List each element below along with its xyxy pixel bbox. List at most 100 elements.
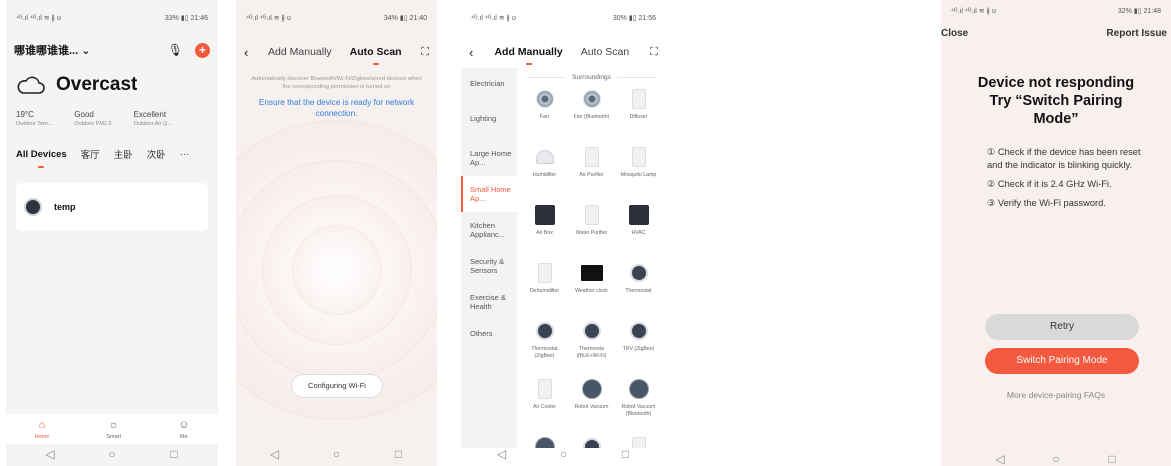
recent-apps-icon[interactable]: □ xyxy=(619,447,633,461)
system-nav-bar: ◁ ○ □ xyxy=(461,447,666,461)
category-large-home-appliances[interactable]: Large Home Ap... xyxy=(461,140,517,176)
recent-apps-icon[interactable]: □ xyxy=(392,447,406,461)
product-item[interactable]: Humidifier xyxy=(521,145,568,197)
recent-apps-icon[interactable]: □ xyxy=(1105,452,1119,466)
product-item[interactable]: Water Purifier xyxy=(568,203,615,255)
thermostat-icon xyxy=(24,198,42,216)
microphone-icon[interactable]: 🎙 xyxy=(168,43,183,57)
report-issue-button[interactable]: Report Issue xyxy=(1106,28,1167,39)
back-chevron-icon[interactable]: ‹ xyxy=(469,45,473,60)
retry-button[interactable]: Retry xyxy=(985,314,1139,340)
product-icon xyxy=(580,261,603,285)
back-icon[interactable]: ◁ xyxy=(495,447,509,461)
category-list: Electrician Lighting Large Home Ap... Sm… xyxy=(461,68,517,448)
add-manually-screen: ⁴ᴳ.ıl ⁴ᴳ.ıl ≋ ∦ ʊ 30% ▮▯ 21:56 ‹ Add Man… xyxy=(461,0,666,466)
back-icon[interactable]: ◁ xyxy=(993,452,1007,466)
product-item[interactable]: HVAC xyxy=(615,203,662,255)
home-icon: ⌂ xyxy=(38,418,46,431)
room-tab-all-devices[interactable]: All Devices xyxy=(16,149,67,168)
product-item[interactable]: Air Cooler xyxy=(521,377,568,429)
status-bar: ⁴ᴳ.ıl ⁴ᴳ.ıl ≋ ∦ ʊ 34% ▮▯ 21:40 xyxy=(236,0,437,36)
home-circle-icon[interactable]: ○ xyxy=(330,447,344,461)
more-rooms-icon[interactable]: ··· xyxy=(180,149,190,160)
tab-me[interactable]: ☺ Me xyxy=(178,419,189,440)
category-small-home-appliances[interactable]: Small Home Ap... xyxy=(461,176,517,212)
product-item[interactable]: Diffuser xyxy=(615,87,662,139)
product-name: Water Purifier xyxy=(575,230,608,236)
product-name: Air Cooler xyxy=(532,404,557,410)
room-tab-master-bedroom[interactable]: 主卧 xyxy=(114,147,133,161)
tab-auto-scan[interactable]: Auto Scan xyxy=(350,46,402,65)
product-item[interactable]: Thermostat xyxy=(615,261,662,313)
add-device-navbar: ‹ Add Manually Auto Scan ⛶ xyxy=(461,36,666,68)
section-header: Surroundings xyxy=(527,74,656,81)
product-icon xyxy=(534,261,556,285)
switch-pairing-mode-button[interactable]: Switch Pairing Mode xyxy=(985,348,1139,374)
error-headline: Device not responding Try “Switch Pairin… xyxy=(977,75,1135,127)
product-item[interactable]: Fan (Bluetooth) xyxy=(568,87,615,139)
product-icon xyxy=(628,145,650,169)
pairing-faq-link[interactable]: More device-pairing FAQs xyxy=(941,390,1171,400)
product-name: Humidifier xyxy=(532,172,557,178)
pairing-error-screen: ⁴ᴳ.ıl ⁴ᴳ.ıl ≋ ∦ ʊ 32% ▮▯ 21:48 Close Rep… xyxy=(941,0,1171,466)
product-name: Thermostat (ZigBee) xyxy=(531,346,558,359)
home-circle-icon[interactable]: ○ xyxy=(105,447,119,461)
product-item[interactable]: Air Purifier xyxy=(568,145,615,197)
product-item[interactable]: Mosquito Lamp xyxy=(615,145,662,197)
status-battery-time: 32% ▮▯ 21:48 xyxy=(1117,8,1161,15)
product-name: Weather clock xyxy=(575,288,608,294)
product-item[interactable]: Robot Vacuum xyxy=(568,377,615,429)
back-icon[interactable]: ◁ xyxy=(268,447,282,461)
tab-smart[interactable]: ☼ Smart xyxy=(106,419,121,440)
category-exercise-health[interactable]: Exercise & Health xyxy=(461,284,517,320)
product-item[interactable]: Thermostat (ZigBee) xyxy=(521,319,568,371)
bottom-tab-bar: ⌂ Home ☼ Smart ☺ Me xyxy=(6,414,218,444)
product-name: Fan xyxy=(540,114,549,120)
product-icon xyxy=(628,87,650,111)
add-device-icon[interactable]: + xyxy=(195,42,210,58)
tab-home[interactable]: ⌂ Home xyxy=(35,419,50,440)
product-name: Dehumidifier xyxy=(529,288,560,294)
product-icon xyxy=(628,319,650,343)
recent-apps-icon[interactable]: □ xyxy=(167,447,181,461)
home-header: 哪谁哪谁谁... ⌄ 🎙 + xyxy=(6,36,218,64)
category-others[interactable]: Others xyxy=(461,320,517,355)
tab-add-manually[interactable]: Add Manually xyxy=(494,46,563,65)
home-circle-icon[interactable]: ○ xyxy=(557,447,571,461)
tip-reset: ① Check if the device has been reset and… xyxy=(987,147,1141,170)
product-item[interactable]: Weather clock xyxy=(568,261,615,313)
product-name: Thermosta t(BLE+Wi-Fi) xyxy=(576,346,607,359)
product-grid: Fan Fan (Bluetooth) Diffuser Humidifier Air … xyxy=(521,87,662,448)
status-signal: ⁴ᴳ.ıl ⁴ᴳ.ıl ≋ ∦ ʊ xyxy=(246,15,291,22)
home-selector[interactable]: 哪谁哪谁谁... ⌄ xyxy=(14,42,90,58)
qr-scan-icon[interactable]: ⛶ xyxy=(421,46,429,59)
device-card-temp[interactable]: temp xyxy=(16,183,208,231)
product-item[interactable]: Dehumidifier xyxy=(521,261,568,313)
status-bar: ⁴ᴳ.ıl ⁴ᴳ.ıl ≋ ∦ ʊ 33% ▮▯ 21:46 xyxy=(6,0,218,36)
qr-scan-icon[interactable]: ⛶ xyxy=(650,46,658,59)
category-kitchen-appliances[interactable]: Kitchen Applianc... xyxy=(461,212,517,248)
room-tab-second-bedroom[interactable]: 次卧 xyxy=(147,147,166,161)
tab-auto-scan[interactable]: Auto Scan xyxy=(581,46,629,58)
product-item[interactable]: Fan xyxy=(521,87,568,139)
configuring-wifi-button[interactable]: Configuring Wi-Fi xyxy=(291,374,383,398)
close-button[interactable]: Close xyxy=(941,28,968,39)
product-name: Diffuser xyxy=(629,114,648,120)
product-item[interactable]: Air Box xyxy=(521,203,568,255)
weather-panel: Overcast 19°C Outdoor Tem... Good Outdoo… xyxy=(6,64,218,127)
back-icon[interactable]: ◁ xyxy=(43,447,57,461)
home-circle-icon[interactable]: ○ xyxy=(1049,452,1063,466)
category-electrician[interactable]: Electrician xyxy=(461,70,517,105)
stat-pm25: Good Outdoor PM2.5 xyxy=(74,110,112,127)
product-item[interactable]: TRV (ZigBee) xyxy=(615,319,662,371)
product-item[interactable]: Robot Vacuum (Bluetooth) xyxy=(615,377,662,429)
category-security-sensors[interactable]: Security & Sensors xyxy=(461,248,517,284)
user-icon: ☺ xyxy=(178,418,190,431)
room-tab-living-room[interactable]: 客厅 xyxy=(81,147,100,161)
tab-add-manually[interactable]: Add Manually xyxy=(268,46,332,58)
product-icon xyxy=(534,319,556,343)
product-item[interactable]: Thermosta t(BLE+Wi-Fi) xyxy=(568,319,615,371)
product-icon xyxy=(581,87,603,111)
category-lighting[interactable]: Lighting xyxy=(461,105,517,140)
back-chevron-icon[interactable]: ‹ xyxy=(244,45,248,60)
